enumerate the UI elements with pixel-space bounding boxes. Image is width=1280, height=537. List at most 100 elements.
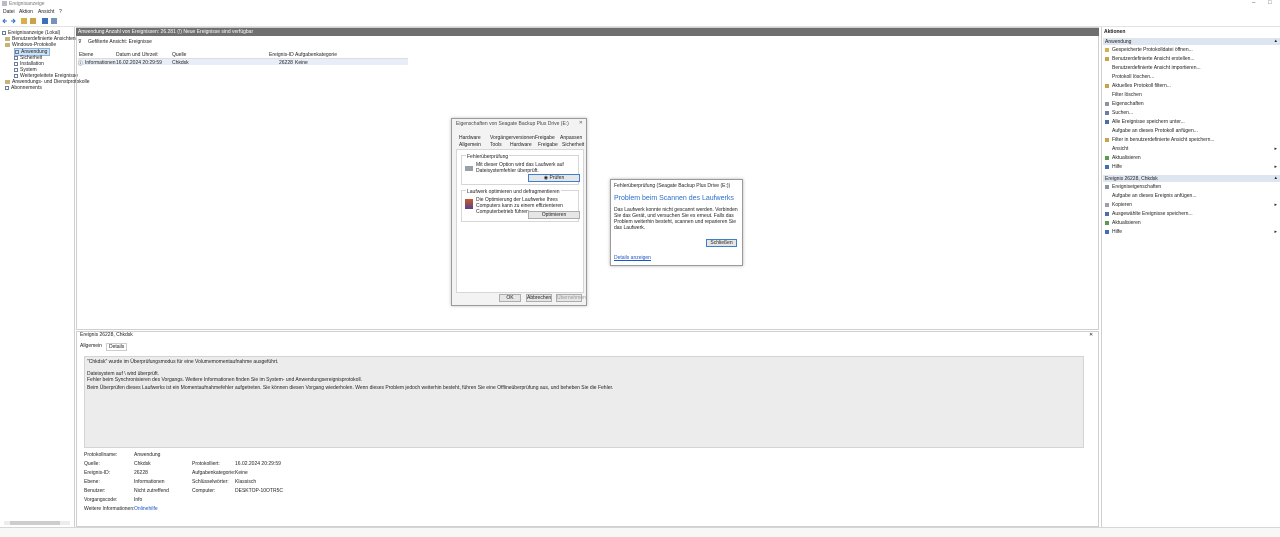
action-find[interactable]: Suchen...: [1105, 110, 1133, 116]
tab-vorgaenger[interactable]: Vorgängerversionen: [490, 135, 535, 141]
actions-title: Aktionen: [1104, 29, 1126, 35]
action-properties[interactable]: Eigenschaften: [1105, 101, 1144, 107]
action-attach-task-log[interactable]: Aufgabe an dieses Protokoll anfügen...: [1105, 128, 1198, 134]
tab-allgemein-detail[interactable]: Allgemein: [80, 343, 102, 349]
event-description: "Chkdsk" wurde im Überprüfungsmodus für …: [84, 356, 1084, 448]
cancel-button[interactable]: Abbrechen: [526, 294, 552, 302]
menu-ansicht[interactable]: Ansicht: [38, 9, 54, 15]
action-help-event[interactable]: Hilfe ▸: [1105, 229, 1277, 235]
menu-datei[interactable]: Datei: [3, 9, 15, 15]
task-icon: [1105, 129, 1109, 133]
import-icon: [1105, 66, 1109, 70]
tab-details[interactable]: Details: [106, 343, 128, 351]
col-ereignis-id[interactable]: Ereignis-ID: [269, 52, 294, 58]
action-help[interactable]: Hilfe ▸: [1105, 164, 1277, 170]
shield-icon: ◉: [543, 175, 549, 181]
action-event-properties[interactable]: Ereigniseigenschaften: [1105, 184, 1161, 190]
submenu-arrow-icon: ▸: [1274, 146, 1277, 152]
action-view[interactable]: Ansicht ▸: [1105, 146, 1277, 152]
filter-icon: [1105, 56, 1109, 61]
action-clear-filter[interactable]: Filter löschen: [1105, 92, 1142, 98]
tab-allgemein[interactable]: Allgemein: [459, 142, 481, 148]
action-save-selected[interactable]: Ausgewählte Ereignisse speichern...: [1105, 211, 1193, 217]
filter-icon: [1105, 83, 1109, 88]
tab-freigabe-top[interactable]: Freigabe: [535, 135, 555, 141]
minimize-button[interactable]: –: [1252, 0, 1255, 6]
tab-hardware[interactable]: Hardware: [459, 135, 481, 141]
action-refresh-event[interactable]: Aktualisieren: [1105, 220, 1141, 226]
tab-freigabe[interactable]: Freigabe: [538, 142, 558, 148]
toolbar: [0, 16, 1280, 27]
menu-help[interactable]: ?: [59, 9, 62, 15]
action-clear-log[interactable]: Protokoll löschen...: [1105, 74, 1154, 80]
menu-aktion[interactable]: Aktion: [19, 9, 33, 15]
properties-icon: [1105, 184, 1109, 189]
optimize-group: Laufwerk optimieren und defragmentieren …: [461, 189, 580, 222]
folder-up-icon[interactable]: [30, 18, 36, 24]
actions-section-anwendung[interactable]: Anwendung ▴: [1103, 38, 1280, 45]
actions-section-event[interactable]: Ereignis 26228, Chkdsk ▴: [1103, 175, 1280, 182]
back-icon[interactable]: [2, 18, 8, 24]
help-icon: [1105, 164, 1109, 169]
submenu-arrow-icon: ▸: [1274, 229, 1277, 235]
properties-dialog: Eigenschaften von Seagate Backup Plus Dr…: [451, 118, 587, 306]
action-attach-task-event[interactable]: Aufgabe an dieses Ereignis anfügen...: [1105, 193, 1197, 199]
properties-icon: [1105, 101, 1109, 106]
menu-bar: Datei Aktion Ansicht ?: [0, 8, 1280, 16]
online-help-link[interactable]: Onlinehilfe: [134, 506, 158, 512]
check-button[interactable]: ◉ Prüfen: [528, 174, 580, 182]
close-button[interactable]: Schließen: [706, 239, 737, 247]
table-row[interactable]: ⓘ Informationen 16.02.2024 20:29:59 Chkd…: [78, 59, 408, 67]
title-bar: Ereignisanzeige – □: [0, 0, 1280, 8]
log-icon: [14, 73, 18, 78]
tab-anpassen[interactable]: Anpassen: [560, 135, 582, 141]
tab-hardware-bottom[interactable]: Hardware: [510, 142, 532, 148]
col-quelle[interactable]: Quelle: [172, 52, 186, 58]
refresh-icon: [1105, 220, 1109, 225]
save-icon: [1105, 211, 1109, 216]
submenu-arrow-icon: ▸: [1274, 202, 1277, 208]
help-icon[interactable]: [42, 18, 48, 24]
col-ebene[interactable]: Ebene: [79, 52, 93, 58]
forward-icon[interactable]: [10, 18, 16, 24]
action-copy[interactable]: Kopieren ▸: [1105, 202, 1277, 208]
events-header: Anwendung Anzahl von Ereignissen: 26.281…: [76, 28, 1099, 36]
log-icon: [14, 55, 18, 60]
ok-button[interactable]: OK: [499, 294, 521, 302]
collapse-icon: ▴: [1274, 175, 1277, 181]
col-aufgabe[interactable]: Aufgabenkategorie: [295, 52, 337, 58]
folder-icon: [5, 42, 10, 47]
defrag-icon: [465, 199, 473, 209]
folder-icon[interactable]: [21, 18, 27, 24]
folder-icon: [1105, 47, 1109, 52]
actions-pane: Aktionen Anwendung ▴ Gespeicherte Protoko…: [1101, 27, 1280, 527]
action-import-view[interactable]: Benutzerdefinierte Ansicht importieren..…: [1105, 65, 1201, 71]
close-icon[interactable]: ✕: [1089, 332, 1093, 338]
tree-scrollbar[interactable]: [4, 521, 70, 525]
close-icon[interactable]: ✕: [579, 120, 583, 126]
folder-icon: [5, 36, 10, 41]
info-icon: ⓘ: [78, 61, 84, 67]
optimize-button[interactable]: Optimieren: [528, 211, 580, 219]
action-save-all[interactable]: Alle Ereignisse speichern unter...: [1105, 119, 1185, 125]
submenu-arrow-icon: ▸: [1274, 164, 1277, 170]
tree-subscriptions[interactable]: Abonnements: [5, 85, 42, 91]
action-refresh[interactable]: Aktualisieren: [1105, 155, 1141, 161]
action-open-log[interactable]: Gespeicherte Protokolldatei öffnen...: [1105, 47, 1193, 53]
collapse-icon: ▴: [1274, 38, 1277, 44]
details-link[interactable]: Details anzeigen: [614, 255, 651, 261]
tab-sicherheit[interactable]: Sicherheit: [562, 142, 584, 148]
error-check-group: Fehlerüberprüfung Mit dieser Option wird…: [461, 154, 580, 185]
apply-button[interactable]: Übernehmen: [556, 294, 586, 302]
panel-icon[interactable]: [51, 18, 57, 24]
filter-icon: ⊽: [78, 39, 82, 45]
action-filter-log[interactable]: Aktuelles Protokoll filtern...: [1105, 83, 1171, 89]
tab-tools[interactable]: Tools: [490, 142, 502, 148]
action-create-view[interactable]: Benutzerdefinierte Ansicht erstellen...: [1105, 56, 1195, 62]
clear-icon: [1105, 75, 1109, 79]
maximize-button[interactable]: □: [1268, 0, 1272, 6]
scrollbar-thumb[interactable]: [10, 521, 60, 525]
col-datum[interactable]: Datum und Uhrzeit: [116, 52, 158, 58]
folder-icon: [5, 79, 10, 84]
action-save-filter[interactable]: Filter in benutzerdefinierte Ansicht spe…: [1105, 137, 1215, 143]
